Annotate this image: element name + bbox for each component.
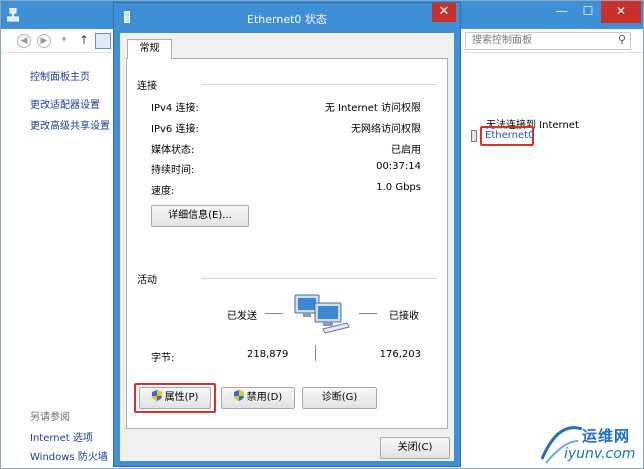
received-bytes-value: 176,203 bbox=[379, 349, 421, 360]
watermark-logo: 运维网 iyunv.com bbox=[538, 419, 642, 467]
adapter-link-ethernet0[interactable]: Ethernet0 bbox=[480, 126, 534, 146]
dialog-titlebar: Ethernet0 状态 ✕ bbox=[114, 3, 460, 33]
ipv4-label: IPv4 连接: bbox=[151, 103, 199, 114]
speed-label: 速度: bbox=[151, 186, 175, 197]
back-arrow-icon[interactable]: ◀ bbox=[17, 34, 31, 48]
properties-button[interactable]: 属性(P) bbox=[139, 387, 211, 409]
bytes-divider bbox=[315, 345, 316, 361]
sent-label: 已发送 bbox=[227, 311, 257, 322]
details-button[interactable]: 详细信息(E)... bbox=[151, 205, 249, 227]
sent-bytes-value: 218,879 bbox=[247, 349, 289, 360]
activity-divider bbox=[201, 278, 437, 279]
connection-divider bbox=[201, 84, 437, 85]
ipv6-value: 无网络访问权限 bbox=[351, 124, 421, 135]
recent-dropdown-icon[interactable]: ▾ bbox=[57, 34, 71, 48]
ipv4-value: 无 Internet 访问权限 bbox=[324, 103, 421, 114]
dialog-body: 常规 连接 IPv4 连接: 无 Internet 访问权限 IPv6 连接: … bbox=[120, 33, 454, 461]
search-placeholder: 搜索控制面板 bbox=[472, 35, 532, 46]
uac-shield-icon bbox=[233, 390, 244, 401]
maximize-button[interactable]: ☐ bbox=[575, 1, 601, 23]
search-icon[interactable]: ⚲ bbox=[618, 34, 626, 46]
media-state-value: 已启用 bbox=[391, 145, 421, 156]
network-address-icon bbox=[95, 33, 111, 49]
connection-heading: 连接 bbox=[137, 81, 157, 92]
see-also-heading: 另请参阅 bbox=[30, 412, 70, 423]
window-close-button[interactable]: ✕ bbox=[601, 1, 641, 23]
activity-heading: 活动 bbox=[137, 275, 157, 286]
diagnose-button[interactable]: 诊断(G) bbox=[302, 387, 377, 409]
sidebar-link-sharing-settings[interactable]: 更改高级共享设置 bbox=[30, 117, 110, 132]
sidebar-link-internet-options[interactable]: Internet 选项 bbox=[30, 429, 93, 444]
adapter-link-label: Ethernet0 bbox=[485, 130, 535, 141]
close-button[interactable]: 关闭(C) bbox=[380, 437, 450, 459]
network-computers-icon bbox=[294, 294, 350, 334]
received-line bbox=[359, 313, 377, 314]
dialog-close-icon[interactable]: ✕ bbox=[432, 3, 456, 22]
ethernet-status-dialog: Ethernet0 状态 ✕ 常规 连接 IPv4 连接: 无 Internet… bbox=[113, 2, 461, 467]
up-arrow-icon[interactable]: ↑ bbox=[79, 33, 89, 47]
sidebar-link-firewall[interactable]: Windows 防火墙 bbox=[30, 448, 108, 463]
bytes-label: 字节: bbox=[151, 353, 175, 364]
duration-value: 00:37:14 bbox=[376, 161, 421, 172]
properties-label: 属性(P) bbox=[164, 392, 199, 403]
search-input[interactable]: 搜索控制面板 ⚲ bbox=[465, 32, 631, 50]
network-icon bbox=[7, 8, 19, 22]
dialog-title: Ethernet0 状态 bbox=[247, 13, 327, 26]
watermark-en: iyunv.com bbox=[564, 446, 636, 462]
tab-general[interactable]: 常规 bbox=[127, 39, 172, 59]
ipv6-label: IPv6 连接: bbox=[151, 124, 199, 135]
received-label: 已接收 bbox=[389, 311, 419, 322]
sidebar-link-home[interactable]: 控制面板主页 bbox=[30, 68, 90, 83]
media-state-label: 媒体状态: bbox=[151, 145, 195, 156]
minimize-button[interactable]: — bbox=[549, 1, 575, 23]
uac-shield-icon bbox=[151, 390, 162, 401]
duration-label: 持续时间: bbox=[151, 165, 195, 176]
disable-button[interactable]: 禁用(D) bbox=[221, 387, 295, 409]
adapter-icon bbox=[471, 130, 477, 142]
sidebar-link-adapter-settings[interactable]: 更改适配器设置 bbox=[30, 96, 100, 111]
disable-label: 禁用(D) bbox=[246, 392, 283, 403]
sent-line bbox=[265, 313, 283, 314]
general-tab-panel: 连接 IPv4 连接: 无 Internet 访问权限 IPv6 连接: 无网络… bbox=[126, 58, 448, 429]
watermark-cn: 运维网 bbox=[582, 427, 631, 445]
forward-arrow-icon[interactable]: ▶ bbox=[37, 34, 51, 48]
speed-value: 1.0 Gbps bbox=[376, 182, 421, 193]
